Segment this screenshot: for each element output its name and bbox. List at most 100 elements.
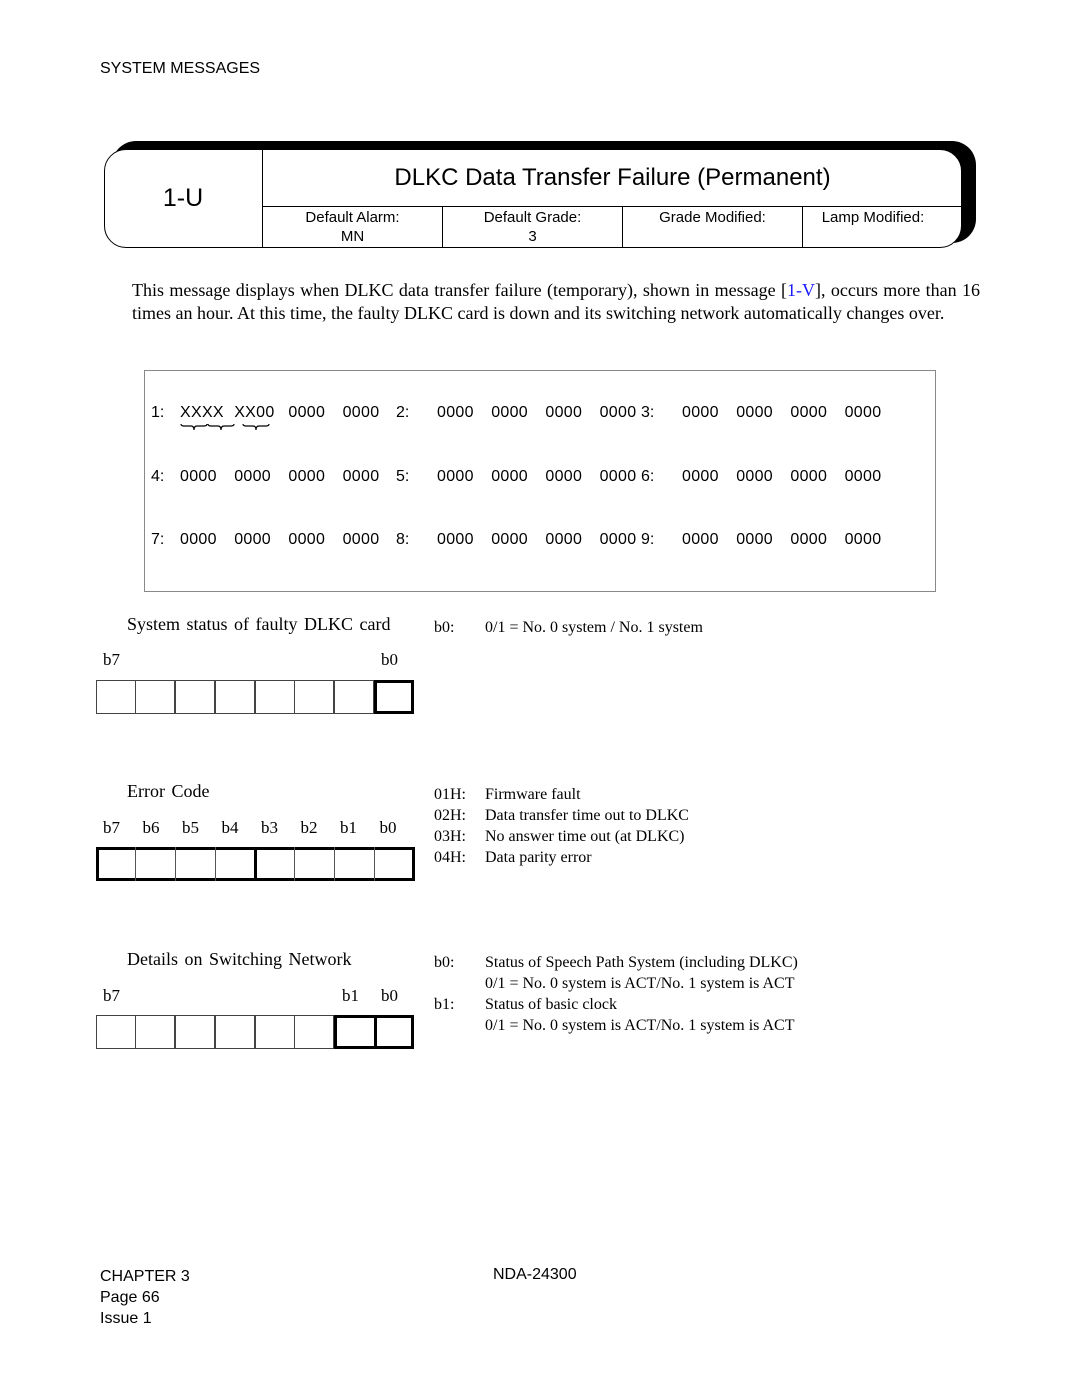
data-word: 0000 — [599, 468, 637, 485]
bit-cell — [96, 680, 136, 714]
data-word-index: 9: — [641, 531, 655, 548]
message-link-1v[interactable]: 1-V — [787, 280, 815, 300]
bit-cell — [334, 680, 374, 714]
bit-label: b5 — [182, 818, 199, 837]
bit-cell-highlighted — [374, 680, 414, 714]
data-word: 0000 — [599, 531, 637, 548]
data-word: 0000 — [736, 531, 773, 548]
data-word-index: 8: — [396, 531, 410, 548]
bit-cell — [255, 680, 295, 714]
bit-label: b3 — [261, 818, 278, 837]
footer-page: Page 66 — [100, 1289, 160, 1306]
field-description: 01H: Firmware fault — [434, 786, 581, 803]
divider — [374, 847, 375, 881]
attr-default-grade: Default Grade: 3 — [443, 207, 622, 247]
divider — [135, 847, 136, 881]
attr-label: Default Alarm: — [305, 209, 400, 226]
data-word: 0000 — [491, 468, 528, 485]
data-word: 0000 — [491, 404, 528, 421]
bit-label: b0 — [381, 650, 398, 669]
data-word: 0000 — [682, 468, 719, 485]
data-word: 0000 — [342, 468, 380, 485]
data-word: 0000 — [682, 531, 719, 548]
data-word: 0000 — [844, 468, 882, 485]
data-word: 0000 — [288, 531, 326, 548]
bit-label: b0 — [379, 818, 397, 837]
bit-table-error-code — [96, 847, 415, 881]
data-word: 0000 — [736, 468, 773, 485]
data-word-index: 2: — [396, 404, 410, 421]
divider — [294, 847, 295, 881]
message-title: DLKC Data Transfer Failure (Permanent) — [394, 164, 831, 191]
data-word-index: 6: — [641, 468, 655, 485]
attr-label: Default Grade: — [483, 209, 582, 226]
data-word: 0000 — [180, 531, 217, 548]
footer-doc-number: NDA-24300 — [493, 1266, 577, 1283]
data-word: XX00 — [234, 404, 275, 421]
bit-cell — [175, 1015, 215, 1049]
bit-label: b2 — [300, 818, 318, 837]
data-word: 0000 — [599, 404, 637, 421]
bit-cell — [294, 680, 334, 714]
divider — [175, 847, 176, 881]
footer-issue: Issue 1 — [100, 1310, 152, 1327]
bit-table-system-status — [96, 680, 415, 714]
data-word-index: 3: — [641, 404, 655, 421]
field-description: 0/1 = No. 0 system is ACT/No. 1 system i… — [485, 1017, 795, 1034]
bit-cell — [255, 1015, 295, 1049]
description-paragraph: This message displays when DLKC data tra… — [132, 279, 980, 325]
data-word-index: 1: — [151, 404, 165, 421]
bit-cell — [135, 1015, 175, 1049]
attr-default-alarm: Default Alarm: MN — [263, 207, 442, 247]
data-word: 0000 — [844, 531, 882, 548]
attr-value: MN — [340, 228, 365, 245]
data-word-index: 4: — [151, 468, 165, 485]
attr-label: Grade Modified: — [659, 209, 766, 226]
data-word: 0000 — [736, 404, 773, 421]
bit-cell — [135, 680, 175, 714]
bit-label: b7 — [103, 650, 120, 669]
data-word: 0000 — [234, 468, 271, 485]
section-header: SYSTEM MESSAGES — [100, 60, 261, 77]
data-word-index: 5: — [396, 468, 410, 485]
field-title: Details on Switching Network — [127, 949, 352, 969]
bit-cell — [215, 1015, 255, 1049]
data-word: 0000 — [288, 404, 326, 421]
data-word: 0000 — [437, 468, 474, 485]
field-description: b0: Status of Speech Path System (includi… — [434, 954, 798, 971]
bit-label: b4 — [221, 818, 239, 837]
attr-grade-modified: Grade Modified: — [623, 207, 802, 247]
attr-label: Lamp Modified: — [821, 209, 925, 226]
data-word: 0000 — [682, 404, 719, 421]
data-word: 0000 — [545, 404, 583, 421]
message-code: 1-U — [162, 184, 204, 212]
data-word: 0000 — [790, 531, 828, 548]
data-word: 0000 — [790, 468, 828, 485]
bit-cell — [294, 1015, 334, 1049]
bit-label: b0 — [381, 986, 398, 1005]
bit-cell — [215, 680, 255, 714]
bit-label: b1 — [342, 986, 359, 1005]
field-title: System status of faulty DLKC card — [127, 614, 391, 634]
data-word: 0000 — [545, 468, 583, 485]
data-word: 0000 — [491, 531, 528, 548]
bit-cell — [96, 1015, 136, 1049]
field-description: 04H: Data parity error — [434, 849, 592, 866]
field-description: b0: 0/1 = No. 0 system / No. 1 system — [434, 619, 703, 636]
data-word: 0000 — [437, 404, 474, 421]
byte-brace-icon — [242, 423, 270, 431]
data-word: 0000 — [342, 404, 380, 421]
footer-left: CHAPTER 3 Page 66 Issue 1 — [100, 1266, 190, 1329]
data-word: 0000 — [545, 531, 583, 548]
data-word-index: 7: — [151, 531, 165, 548]
divider — [215, 847, 216, 881]
nibble-divider — [254, 847, 257, 881]
data-word: 0000 — [234, 531, 271, 548]
field-description: 03H: No answer time out (at DLKC) — [434, 828, 685, 845]
field-description: 0/1 = No. 0 system is ACT/No. 1 system i… — [485, 975, 795, 992]
attr-value: 3 — [528, 228, 537, 245]
byte-brace-icon — [180, 423, 235, 431]
bit-label: b7 — [103, 986, 120, 1005]
field-title: Error Code — [127, 781, 210, 801]
field-description: 02H: Data transfer time out to DLKC — [434, 807, 689, 824]
